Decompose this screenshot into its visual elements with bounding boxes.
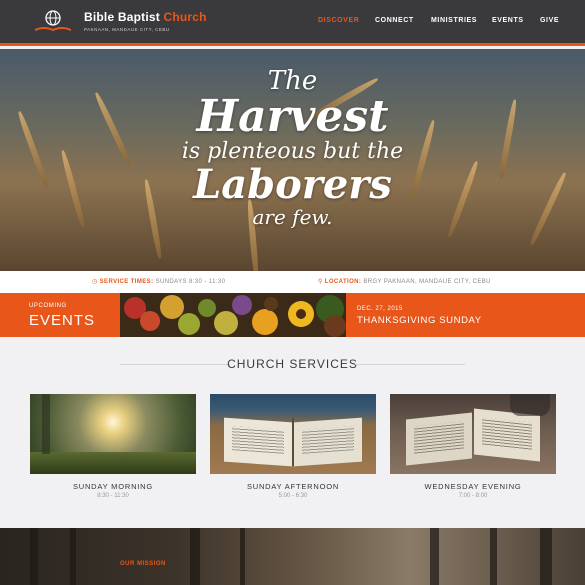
church-services-section: CHURCH SERVICES SUNDAY MORNING 8:30 - 11… [0, 337, 585, 527]
service-card-sunday-morning[interactable]: SUNDAY MORNING 8:30 - 11:30 [30, 394, 196, 499]
site-header: Bible Baptist Church PAKNAAN, MANDAUE CI… [0, 0, 585, 46]
main-nav: DISCOVER CONNECT MINISTRIES EVENTS GIVE [0, 17, 585, 27]
divider [355, 364, 465, 365]
tree-trunk [70, 528, 76, 585]
event-harvest-image[interactable] [120, 293, 346, 337]
nav-events[interactable]: EVENTS [492, 17, 524, 24]
hero-line-5: are few. [252, 205, 333, 229]
hero-line-2: Harvest [196, 91, 389, 142]
mission-label: OUR MISSION [120, 561, 166, 567]
clock-icon: ◷ [92, 279, 98, 285]
nav-discover[interactable]: DISCOVER [318, 17, 359, 24]
mission-section: OUR MISSION [0, 528, 585, 585]
service-title: WEDNESDAY EVENING [424, 482, 522, 491]
map-pin-icon: ⚲ [318, 279, 323, 285]
brand-subtitle: PAKNAAN, MANDAUE CITY, CEBU [84, 27, 170, 32]
nav-ministries[interactable]: MINISTRIES [431, 17, 477, 24]
events-label: UPCOMING EVENTS [0, 293, 120, 337]
info-bar: ◷ SERVICE TIMES: SUNDAYS 8:30 - 11:30 ⚲ LO… [0, 271, 585, 293]
hero-line-4: Laborers [193, 161, 392, 208]
location-value: BRGY PAKNAAN, MANDAUE CITY, CEBU [363, 279, 491, 285]
section-title: CHURCH SERVICES [227, 357, 358, 371]
tree-trunk [190, 528, 200, 585]
location: ⚲ LOCATION: BRGY PAKNAAN, MANDAUE CITY, C… [318, 278, 491, 285]
service-time: 5:00 - 6:30 [278, 493, 308, 499]
service-times-label: SERVICE TIMES: [99, 279, 154, 285]
nav-connect[interactable]: CONNECT [375, 17, 414, 24]
event-name[interactable]: THANKSGIVING SUNDAY [357, 315, 482, 326]
service-time: 7:00 - 8:00 [458, 493, 488, 499]
events-title: EVENTS [29, 312, 96, 329]
location-label: LOCATION: [324, 279, 362, 285]
tree-trunk [30, 528, 38, 585]
hero-quote: The Harvest is plenteous but the Laborer… [0, 67, 585, 229]
bible-reading-image[interactable] [390, 394, 556, 474]
hero-banner: The Harvest is plenteous but the Laborer… [0, 49, 585, 271]
event-date: DEC. 27, 2015 [357, 306, 403, 312]
open-bible-image[interactable] [210, 394, 376, 474]
nav-give[interactable]: GIVE [540, 17, 559, 24]
service-title: SUNDAY AFTERNOON [246, 482, 340, 491]
service-times: ◷ SERVICE TIMES: SUNDAYS 8:30 - 11:30 [92, 278, 225, 285]
service-times-value: SUNDAYS 8:30 - 11:30 [155, 279, 226, 285]
service-title: SUNDAY MORNING [72, 482, 154, 491]
upcoming-events-strip[interactable]: UPCOMING EVENTS DEC. 27, 2015 THANKSGIVI… [0, 293, 585, 337]
events-upcoming-label: UPCOMING [29, 303, 67, 309]
tree-trunk [540, 528, 552, 585]
service-time: 8:30 - 11:30 [97, 493, 129, 499]
sunrise-field-image[interactable] [30, 394, 196, 474]
service-card-sunday-afternoon[interactable]: SUNDAY AFTERNOON 5:00 - 6:30 [210, 394, 376, 499]
service-card-wednesday-evening[interactable]: WEDNESDAY EVENING 7:00 - 8:00 [390, 394, 556, 499]
tree-trunk [490, 528, 497, 585]
tree-trunk [430, 528, 439, 585]
tree-trunk [240, 528, 245, 585]
